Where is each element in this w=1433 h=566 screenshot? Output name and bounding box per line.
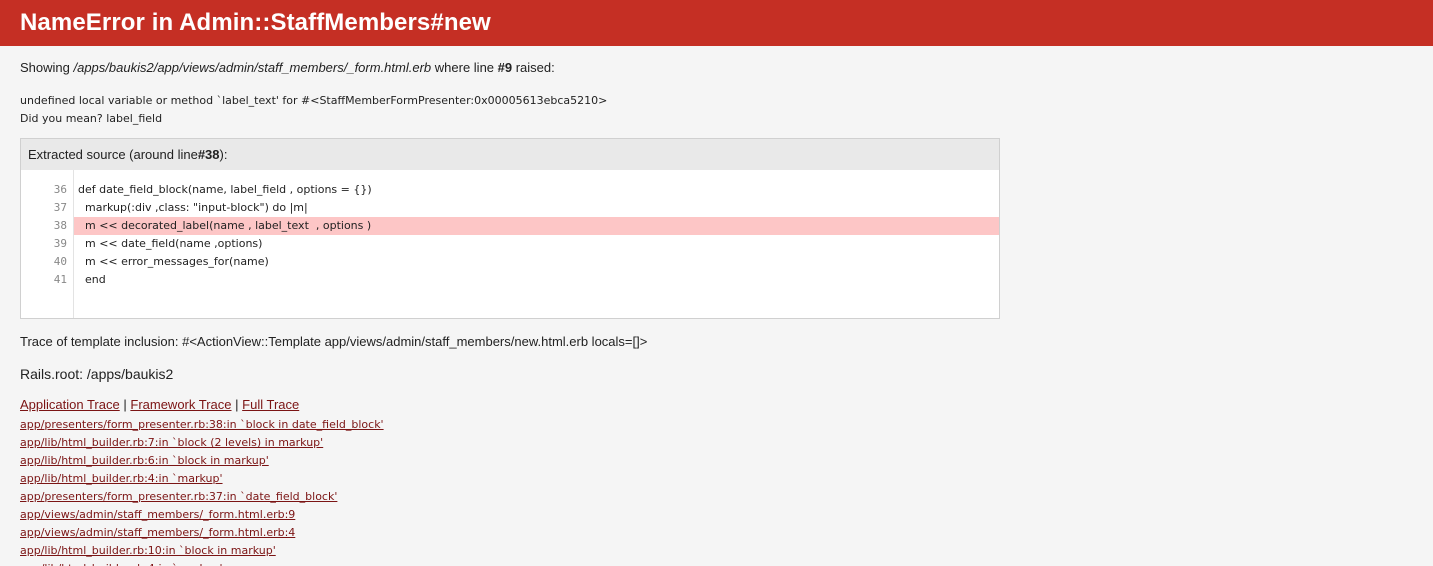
line-number-gutter: 36 37 38 39 40 41 [21, 170, 74, 318]
trace-line-link[interactable]: app/lib/html_builder.rb:10:in `block in … [20, 542, 1413, 560]
source-line-highlighted: m << decorated_label(name , label_text ,… [74, 217, 999, 235]
source-line: end [78, 273, 106, 286]
line-number: 40 [53, 255, 67, 268]
trace-line-link[interactable]: app/lib/html_builder.rb:4:in `markup' [20, 470, 1413, 488]
showing-prefix: Showing [20, 60, 74, 75]
source-line: m << date_field(name ,options) [78, 237, 263, 250]
trace-line-link[interactable]: app/lib/html_builder.rb:6:in `block in m… [20, 452, 1413, 470]
source-header-prefix: Extracted source (around line [28, 147, 198, 162]
rails-root: Rails.root: /apps/baukis2 [20, 366, 174, 382]
showing-suffix: raised: [512, 60, 555, 75]
source-header-suffix: ): [219, 147, 228, 162]
source-line: markup(:div ,class: "input-block") do |m… [78, 201, 308, 214]
extracted-source: Extracted source (around line #38): 36 37… [20, 138, 1000, 319]
error-message: undefined local variable or method `labe… [20, 92, 1413, 128]
showing-middle: where line [431, 60, 498, 75]
trace-separator: | [235, 397, 239, 412]
showing-line: Showing /apps/baukis2/app/views/admin/st… [20, 60, 1413, 76]
did-you-mean-line: Did you mean? label_field [20, 112, 163, 125]
page-title: NameError in Admin::StaffMembers#new [20, 9, 491, 36]
source-body: 36 37 38 39 40 41 def date_field_block(name, … [21, 170, 999, 318]
trace-line-link[interactable]: app/views/admin/staff_members/_form.html… [20, 506, 1413, 524]
error-message-line: undefined local variable or method `labe… [20, 94, 608, 107]
line-number: 37 [53, 201, 67, 214]
trace-separator: | [123, 397, 127, 412]
error-line-number: #9 [497, 60, 513, 75]
trace-tabs: Application Trace | Framework Trace | Fu… [20, 397, 1413, 413]
application-trace-link[interactable]: Application Trace [20, 397, 120, 412]
extracted-source-header: Extracted source (around line #38): [21, 139, 999, 170]
full-trace-link[interactable]: Full Trace [242, 397, 299, 412]
trace-line-link[interactable]: app/views/admin/staff_members/_form.html… [20, 524, 1413, 542]
error-header: NameError in Admin::StaffMembers#new [0, 0, 1433, 46]
source-header-line: #38 [197, 147, 220, 162]
trace-line-link[interactable]: app/lib/html_builder.rb:7:in `block (2 l… [20, 434, 1413, 452]
source-line: m << error_messages_for(name) [78, 255, 269, 268]
error-content: Showing /apps/baukis2/app/views/admin/st… [0, 60, 1433, 566]
line-number: 39 [53, 237, 67, 250]
trace-line-link[interactable]: app/presenters/form_presenter.rb:38:in `… [20, 416, 1413, 434]
line-number: 38 [53, 219, 67, 232]
source-code: def date_field_block(name, label_field ,… [74, 170, 999, 318]
framework-trace-link[interactable]: Framework Trace [130, 397, 231, 412]
trace-line-link[interactable]: app/lib/html_builder.rb:4:in `markup' [20, 560, 1413, 566]
line-number: 36 [53, 183, 67, 196]
line-number: 41 [53, 273, 67, 286]
template-inclusion-trace: Trace of template inclusion: #<ActionVie… [20, 334, 648, 349]
trace-list: app/presenters/form_presenter.rb:38:in `… [20, 416, 1413, 566]
trace-line-link[interactable]: app/presenters/form_presenter.rb:37:in `… [20, 488, 1413, 506]
template-path: /apps/baukis2/app/views/admin/staff_memb… [73, 60, 432, 75]
source-line: def date_field_block(name, label_field ,… [78, 183, 372, 196]
